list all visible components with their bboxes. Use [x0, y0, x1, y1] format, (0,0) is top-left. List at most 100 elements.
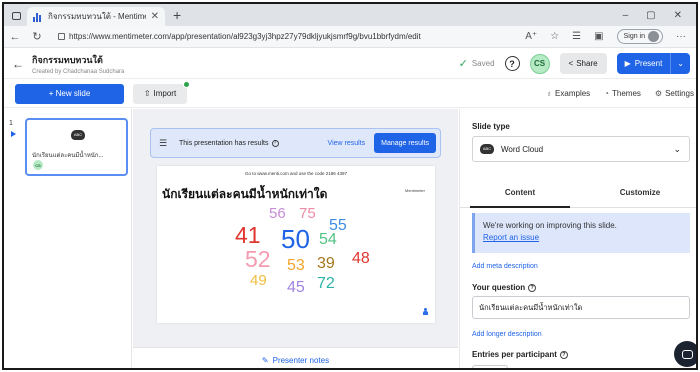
- chevron-down-icon[interactable]: ⌄: [671, 59, 690, 68]
- import-label: Import: [153, 89, 177, 98]
- slide-list: 1 ABC นักเรียนแต่ละคนมีน้ำหนัก... CS: [4, 109, 132, 368]
- slide-thumbnail-avatar: CS: [33, 160, 43, 170]
- present-main[interactable]: ▶ Present: [617, 53, 672, 74]
- address-bar: ← ↻ https://www.mentimeter.com/app/prese…: [4, 26, 696, 48]
- slide-type-select[interactable]: ABC Word Cloud ⌄: [472, 136, 690, 162]
- info-icon[interactable]: ?: [559, 350, 568, 359]
- presenter-notes-label: Presenter notes: [272, 355, 330, 365]
- sign-in-label: Sign in: [623, 33, 645, 40]
- share-icon: <: [568, 59, 574, 68]
- new-slide-button[interactable]: + New slide: [15, 83, 124, 104]
- window-controls: – ▢ ✕: [623, 10, 696, 21]
- word-cloud: 56 75 55 41 50 54 52 53 39 48 49 45 72: [157, 166, 435, 323]
- word-cloud-entry: 53: [287, 257, 305, 274]
- lightbulb-icon: ♁: [546, 89, 553, 98]
- check-icon: ✓: [458, 58, 468, 70]
- profile-avatar-icon: [648, 31, 659, 42]
- word-cloud-entry: 48: [352, 250, 370, 267]
- word-cloud-entry: 39: [317, 255, 335, 272]
- notification-dot: [183, 80, 190, 88]
- notice-text: We're working on improving this slide.: [483, 221, 617, 230]
- tab-title: กิจกรรมทบทวนใต้ - Mentimeter: [48, 12, 146, 21]
- minimize-icon[interactable]: –: [623, 10, 629, 21]
- close-window-icon[interactable]: ✕: [674, 10, 682, 21]
- share-label: Share: [576, 59, 598, 68]
- collections-icon[interactable]: ▣: [594, 31, 603, 42]
- themes-label: Themes: [612, 89, 641, 98]
- settings-button[interactable]: ⚙ Settings: [655, 89, 694, 98]
- saved-label: Saved: [471, 59, 495, 68]
- add-meta-description-link[interactable]: Add meta description: [472, 263, 538, 270]
- user-avatar[interactable]: CS: [529, 53, 550, 74]
- more-menu-icon[interactable]: ···: [676, 31, 686, 42]
- saved-status: ✓ Saved: [459, 57, 495, 70]
- url-text: https://www.mentimeter.com/app/presentat…: [69, 32, 421, 41]
- maximize-icon[interactable]: ▢: [646, 10, 655, 21]
- new-tab-button[interactable]: +: [173, 7, 181, 23]
- play-icon: ▶: [624, 59, 631, 68]
- lock-icon: [58, 33, 65, 40]
- info-icon[interactable]: ?: [271, 139, 279, 147]
- your-question-text: Your question: [472, 283, 526, 292]
- sign-in-button[interactable]: Sign in: [616, 29, 663, 44]
- word-cloud-entry: 54: [319, 231, 337, 248]
- presentation-creator: Created by Chadchanaa Sudchara: [32, 68, 125, 75]
- chat-icon: [681, 349, 693, 359]
- add-longer-description-link[interactable]: Add longer description: [472, 331, 542, 338]
- word-cloud-entry: 52: [245, 246, 271, 272]
- slide-number: 1: [9, 120, 13, 127]
- favorites-bar-icon[interactable]: ☰: [572, 31, 581, 42]
- url-field[interactable]: https://www.mentimeter.com/app/presentat…: [54, 29, 464, 45]
- results-banner-text: This presentation has results ?: [179, 139, 279, 147]
- examples-button[interactable]: ♁ Examples: [546, 89, 590, 98]
- results-banner-label: This presentation has results: [179, 139, 269, 147]
- question-input[interactable]: นักเรียนแต่ละคนมีน้ำหนักเท่าใด: [472, 296, 690, 319]
- back-arrow-icon[interactable]: ←: [4, 31, 26, 43]
- presentation-title-block: กิจกรรมทบทวนใต้ Created by Chadchanaa Su…: [32, 53, 124, 75]
- favorite-icon[interactable]: ☆: [550, 31, 559, 42]
- improvement-notice: We're working on improving this slide. R…: [472, 213, 690, 253]
- word-cloud-entry: 49: [250, 272, 267, 289]
- panel-tabs: Content Customize: [460, 178, 696, 208]
- themes-button[interactable]: ◔ Themes: [604, 89, 641, 98]
- help-icon[interactable]: ?: [504, 56, 520, 71]
- browser-tab[interactable]: กิจกรรมทบทวนใต้ - Mentimeter ✕: [27, 7, 165, 26]
- palette-icon: ◔: [604, 89, 610, 98]
- tab-actions-icon[interactable]: [12, 12, 21, 20]
- report-issue-link[interactable]: Report an issue: [483, 232, 690, 244]
- manage-results-button[interactable]: Manage results: [374, 133, 436, 153]
- entries-label-text: Entries per participant: [472, 350, 557, 359]
- tab-content[interactable]: Content: [460, 178, 580, 208]
- tab-close-icon[interactable]: ✕: [151, 11, 159, 22]
- mentimeter-favicon-icon: [33, 12, 43, 22]
- import-button[interactable]: ⇧ Import: [133, 80, 190, 104]
- entries-per-participant-label: Entries per participant ?: [472, 350, 568, 359]
- word-cloud-entry: 56: [269, 205, 286, 222]
- read-aloud-icon[interactable]: A⁺: [525, 31, 537, 42]
- word-cloud-icon: ABC: [71, 130, 85, 140]
- info-icon[interactable]: ?: [528, 283, 537, 292]
- slide-canvas: ☰ This presentation has results ? View r…: [133, 109, 458, 368]
- entries-input[interactable]: [472, 365, 508, 368]
- editor-toolbar: + New slide ⇧ Import ♁ Examples ◔ Themes ⚙…: [4, 80, 696, 108]
- word-cloud-entry: 50: [281, 224, 310, 254]
- share-button[interactable]: < Share: [559, 53, 607, 74]
- results-chart-icon: ☰: [159, 137, 168, 148]
- slide-thumbnail-title: นักเรียนแต่ละคนมีน้ำหนัก...: [32, 153, 104, 159]
- back-icon[interactable]: ←: [4, 57, 32, 71]
- slide-preview[interactable]: Go to www.menti.com and use the code 218…: [157, 166, 435, 323]
- view-results-button[interactable]: View results: [328, 140, 366, 147]
- slide-thumbnail[interactable]: ABC นักเรียนแต่ละคนมีน้ำหนัก... CS: [25, 118, 128, 176]
- your-question-label: Your question ?: [472, 283, 537, 292]
- presentation-header: ← กิจกรรมทบทวนใต้ Created by Chadchanaa …: [4, 49, 696, 79]
- word-cloud-entry: 41: [235, 222, 261, 248]
- presenter-notes-button[interactable]: ✎ Presenter notes: [133, 347, 458, 368]
- presentation-title[interactable]: กิจกรรมทบทวนใต้: [32, 53, 124, 67]
- word-cloud-entry: 72: [317, 275, 335, 292]
- chat-support-button[interactable]: [674, 341, 696, 367]
- present-button[interactable]: ▶ Present ⌄: [616, 53, 690, 74]
- upload-icon: ⇧: [143, 89, 151, 98]
- examples-label: Examples: [555, 89, 591, 98]
- tab-customize[interactable]: Customize: [580, 178, 696, 207]
- reload-icon[interactable]: ↻: [26, 30, 48, 43]
